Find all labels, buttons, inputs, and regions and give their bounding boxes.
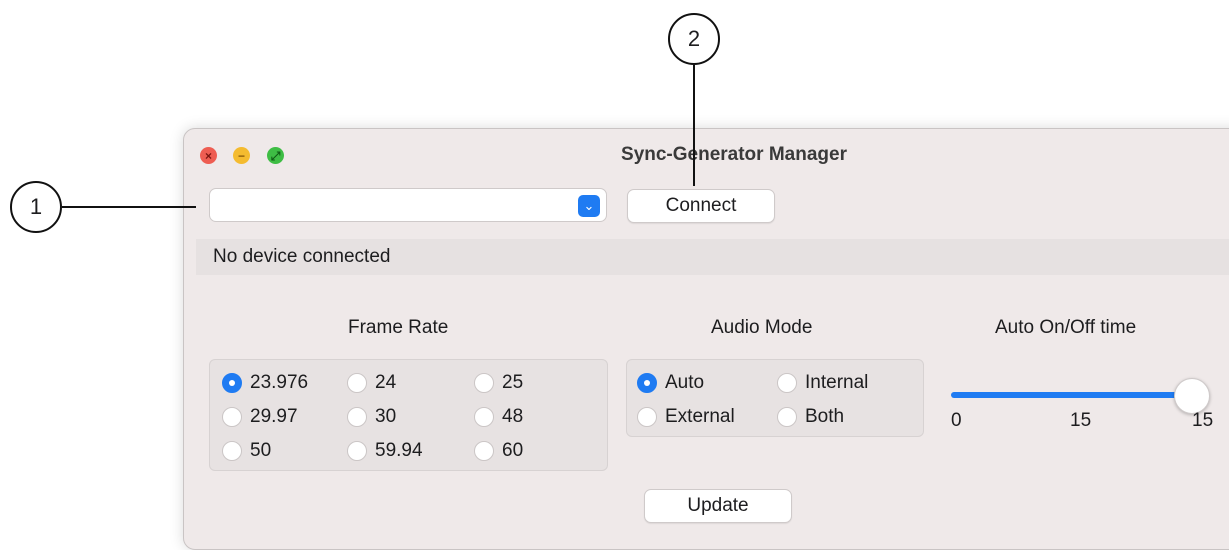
- window-title: Sync-Generator Manager: [621, 144, 847, 165]
- audio-mode-option[interactable]: Auto: [637, 372, 704, 394]
- radio-button[interactable]: [347, 441, 367, 461]
- callout-1-line: [62, 206, 196, 208]
- frame-rate-option[interactable]: 25: [474, 372, 523, 394]
- callout-2-line: [693, 65, 695, 186]
- callout-1-label: 1: [29, 194, 43, 219]
- audio-mode-option[interactable]: Internal: [777, 372, 868, 394]
- title-bar: × − ⤢ Sync-Generator Manager: [184, 129, 1229, 181]
- radio-button[interactable]: [347, 407, 367, 427]
- auto-time-label: Auto On/Off time: [995, 317, 1137, 338]
- minimize-window-icon[interactable]: −: [233, 147, 250, 164]
- close-window-icon[interactable]: ×: [200, 147, 217, 164]
- radio-button[interactable]: [777, 373, 797, 393]
- status-text: No device connected: [213, 246, 391, 267]
- radio-button[interactable]: [637, 407, 657, 427]
- radio-button[interactable]: [222, 441, 242, 461]
- radio-button[interactable]: [222, 373, 242, 393]
- maximize-window-icon[interactable]: ⤢: [267, 147, 284, 164]
- audio-mode-panel: Auto Internal External Both: [626, 359, 924, 437]
- callout-2-label: 2: [687, 26, 701, 51]
- slider-tick: 0: [951, 410, 962, 431]
- callout-1: 1: [10, 181, 62, 233]
- radio-button[interactable]: [474, 407, 494, 427]
- frame-rate-option[interactable]: 30: [347, 406, 396, 428]
- frame-rate-option[interactable]: 24: [347, 372, 396, 394]
- callout-2: 2: [668, 13, 720, 65]
- frame-rate-label: Frame Rate: [348, 317, 449, 338]
- frame-rate-panel: 23.976 24 25 29.97 30 48 50 59.94 60: [209, 359, 608, 471]
- slider-tick: 15: [1192, 410, 1214, 431]
- device-select[interactable]: ⌄: [209, 188, 607, 222]
- frame-rate-option[interactable]: 48: [474, 406, 523, 428]
- audio-mode-option[interactable]: Both: [777, 406, 844, 428]
- audio-mode-label: Audio Mode: [711, 317, 813, 338]
- status-bar: No device connected: [196, 239, 1229, 275]
- radio-button[interactable]: [474, 441, 494, 461]
- radio-button[interactable]: [637, 373, 657, 393]
- app-window: × − ⤢ Sync-Generator Manager ⌄ Connect N…: [183, 128, 1229, 550]
- frame-rate-option[interactable]: 23.976: [222, 372, 308, 394]
- radio-button[interactable]: [222, 407, 242, 427]
- radio-button[interactable]: [474, 373, 494, 393]
- chevron-down-icon[interactable]: ⌄: [578, 195, 600, 217]
- audio-mode-option[interactable]: External: [637, 406, 735, 428]
- auto-time-slider-track[interactable]: [951, 392, 1191, 398]
- connect-button[interactable]: Connect: [627, 189, 775, 223]
- auto-time-slider-thumb[interactable]: [1174, 378, 1210, 414]
- update-button[interactable]: Update: [644, 489, 792, 523]
- frame-rate-option[interactable]: 50: [222, 440, 271, 462]
- radio-button[interactable]: [347, 373, 367, 393]
- frame-rate-option[interactable]: 29.97: [222, 406, 298, 428]
- frame-rate-option[interactable]: 59.94: [347, 440, 423, 462]
- radio-button[interactable]: [777, 407, 797, 427]
- slider-tick: 15: [1070, 410, 1092, 431]
- frame-rate-option[interactable]: 60: [474, 440, 523, 462]
